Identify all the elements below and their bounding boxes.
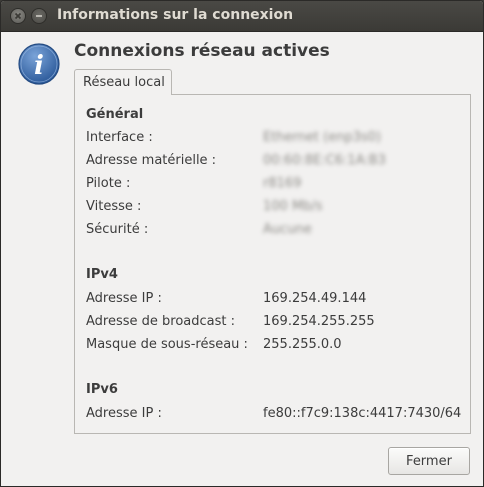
ipv4-address-value: 169.254.49.144 [263,291,367,306]
section-title-general: Général [86,107,144,122]
driver-value: r8169 [263,176,302,191]
subnet-mask-value: 255.255.0.0 [263,337,342,352]
page-title: Connexions réseau actives [74,41,330,61]
section-title-ipv4: IPv4 [86,267,118,282]
broadcast-address-label: Adresse de broadcast : [86,314,236,329]
ipv6-address-label: Adresse IP : [86,406,162,421]
hardware-address-value: 00:60:8E:C6:1A:B3 [263,153,386,168]
ipv6-address-value: fe80::f7c9:138c:4417:7430/64 [263,406,462,421]
close-button-label: Fermer [406,454,452,469]
tab-reseau-local[interactable]: Réseau local [74,69,172,95]
speed-value: 100 Mb/s [263,199,323,214]
window-title: Informations sur la connexion [57,7,294,23]
interface-value: Ethernet (enp3s0) [263,130,382,145]
close-button[interactable]: Fermer [388,447,470,475]
close-icon [14,12,22,20]
hardware-address-label: Adresse matérielle : [86,153,217,168]
speed-label: Vitesse : [86,199,142,214]
broadcast-address-value: 169.254.255.255 [263,314,375,329]
tab-label: Réseau local [83,75,165,90]
svg-text:i: i [34,51,44,81]
window-minimize-button[interactable] [31,8,47,24]
ipv4-address-label: Adresse IP : [86,291,162,306]
security-label: Sécurité : [86,222,149,237]
minimize-icon [36,15,42,17]
driver-label: Pilote : [86,176,131,191]
dialog-window: Informations sur la connexion i Connexio… [0,0,484,487]
titlebar: Informations sur la connexion [1,1,483,32]
subnet-mask-label: Masque de sous-réseau : [86,337,248,352]
info-icon: i [18,43,60,85]
section-title-ipv6: IPv6 [86,382,118,397]
window-close-button[interactable] [10,8,26,24]
security-value: Aucune [263,222,312,237]
tab-panel [74,94,471,434]
interface-label: Interface : [86,130,153,145]
